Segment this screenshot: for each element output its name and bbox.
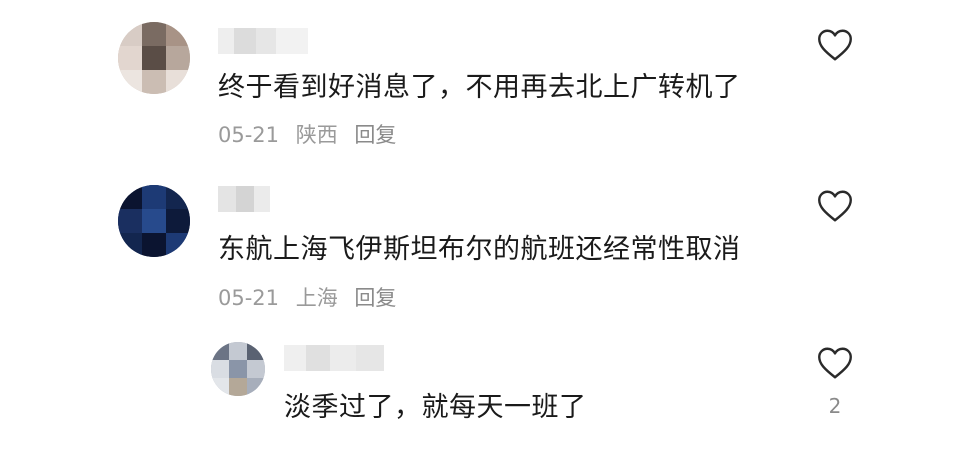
blur-block — [254, 186, 270, 212]
avatar[interactable] — [211, 342, 265, 396]
avatar-pixel — [142, 46, 166, 70]
avatar-pixel — [166, 233, 190, 257]
blur-block — [256, 28, 276, 54]
avatar-pixel — [229, 342, 247, 360]
blur-block — [284, 345, 306, 371]
avatar-pixel — [166, 70, 190, 94]
comment-location: 上海 — [295, 286, 338, 310]
avatar-pixel — [142, 70, 166, 94]
avatar-pixel — [247, 342, 265, 360]
comment-meta: 05-21 陕西 回复 — [218, 121, 406, 149]
comment-date: 05-21 — [218, 286, 280, 310]
comment-item: 终于看到好消息了，不用再去北上广转机了 05-21 陕西 回复 — [0, 0, 959, 160]
reply-text: 淡季过了，就每天一班了 — [284, 392, 587, 423]
avatar-pixel — [229, 360, 247, 378]
avatar-pixel — [142, 233, 166, 257]
avatar-pixel — [211, 378, 229, 396]
blur-block — [236, 186, 254, 212]
avatar-pixel — [211, 342, 229, 360]
avatar-pixel — [118, 70, 142, 94]
avatar-pixel — [166, 22, 190, 46]
comment-text: 东航上海飞伊斯坦布尔的航班还经常性取消 — [218, 234, 741, 265]
blur-block — [306, 345, 330, 371]
avatar-pixel — [247, 360, 265, 378]
comment-text: 终于看到好消息了，不用再去北上广转机了 — [218, 72, 741, 103]
avatar[interactable] — [118, 22, 190, 94]
avatar-pixel — [166, 46, 190, 70]
avatar-pixel — [118, 46, 142, 70]
avatar-pixel — [142, 22, 166, 46]
avatar-pixel — [118, 233, 142, 257]
avatar-pixel — [142, 185, 166, 209]
reply-item: 淡季过了，就每天一班了 2 — [0, 320, 959, 466]
avatar-pixel — [142, 209, 166, 233]
like-button[interactable] — [817, 346, 853, 380]
blur-block — [218, 186, 236, 212]
avatar-pixel — [166, 185, 190, 209]
username-blurred[interactable] — [218, 186, 270, 212]
like-button[interactable] — [817, 28, 853, 62]
avatar-pixel — [211, 360, 229, 378]
avatar-pixel — [118, 209, 142, 233]
username-blurred[interactable] — [218, 28, 308, 54]
comment-location: 陕西 — [295, 123, 338, 147]
avatar-pixel — [118, 22, 142, 46]
blur-block — [356, 345, 384, 371]
blur-block — [330, 345, 356, 371]
like-count: 2 — [828, 394, 842, 418]
comment-item: 东航上海飞伊斯坦布尔的航班还经常性取消 05-21 上海 回复 — [0, 160, 959, 320]
heart-outline-icon — [818, 347, 852, 379]
avatar-pixel — [229, 378, 247, 396]
avatar[interactable] — [118, 185, 190, 257]
like-button[interactable] — [817, 189, 853, 223]
heart-outline-icon — [818, 29, 852, 61]
comment-meta: 05-21 上海 回复 — [218, 284, 406, 312]
comment-date: 05-21 — [218, 123, 280, 147]
reply-button[interactable]: 回复 — [354, 286, 396, 310]
avatar-pixel — [247, 378, 265, 396]
avatar-pixel — [166, 209, 190, 233]
reply-button[interactable]: 回复 — [354, 123, 396, 147]
username-blurred[interactable] — [284, 345, 384, 371]
blur-block — [218, 28, 234, 54]
blur-block — [234, 28, 256, 54]
heart-outline-icon — [818, 190, 852, 222]
blur-block — [276, 28, 308, 54]
avatar-pixel — [118, 185, 142, 209]
